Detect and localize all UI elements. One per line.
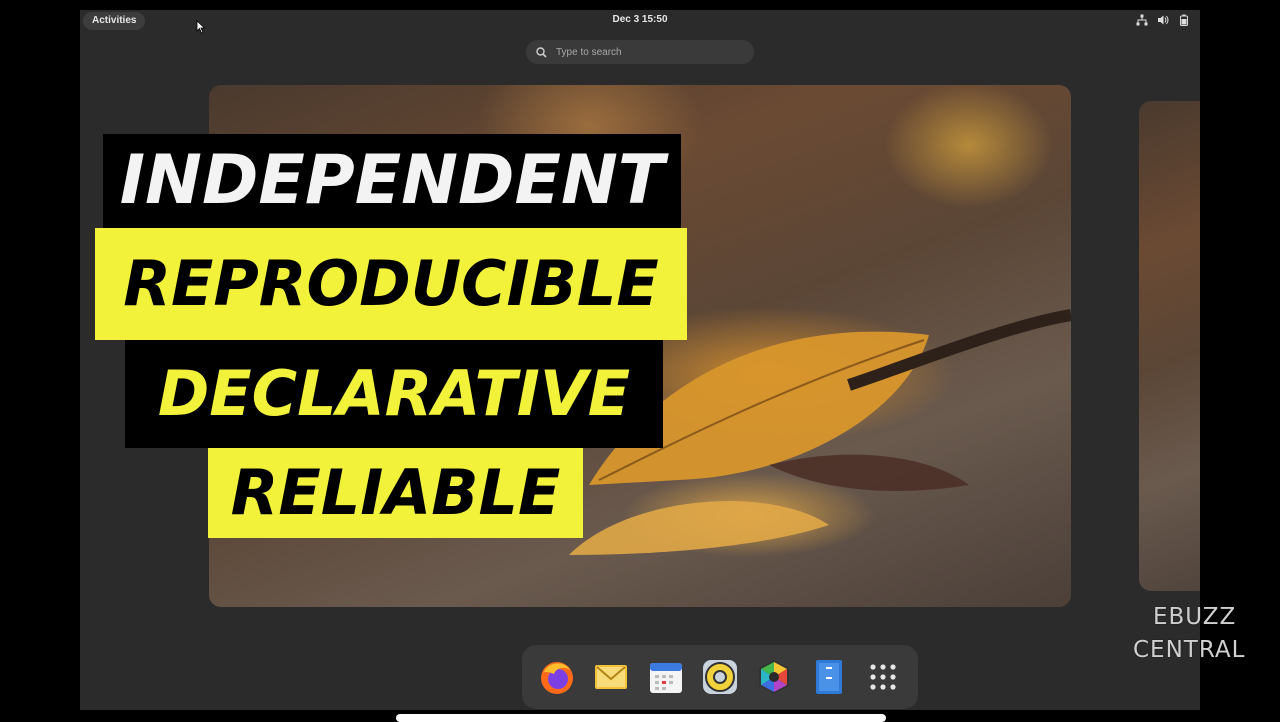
system-tray[interactable] [1136,14,1190,26]
show-apps-button[interactable] [863,657,903,697]
overlay-text-declarative: DECLARATIVE [125,340,663,448]
bottom-bar-indicator [396,714,886,722]
workspace-thumbnail-next[interactable] [1139,101,1200,591]
photos-icon [759,660,790,694]
firefox-launcher[interactable] [537,657,577,697]
calendar-icon [649,663,682,693]
overlay-text-reproducible: REPRODUCIBLE [95,228,687,340]
calendar-launcher[interactable] [646,657,686,697]
overlay-text-independent: INDEPENDENT [103,134,681,228]
network-icon[interactable] [1136,14,1148,26]
volume-icon[interactable] [1157,14,1169,26]
mouse-cursor-icon [196,20,206,34]
firefox-icon [541,662,574,694]
search-icon [536,46,547,58]
rhythmbox-launcher[interactable] [700,657,740,697]
show-apps-icon [870,664,896,690]
watermark-line1: EBUZZ [1153,604,1237,630]
rhythmbox-icon [702,660,737,694]
battery-icon[interactable] [1178,14,1190,26]
files-icon [815,660,842,694]
search-bar[interactable] [526,40,754,64]
top-bar: Activities Dec 3 15:50 [80,10,1200,32]
overlay-text-reliable: RELIABLE [208,448,583,538]
mail-launcher[interactable] [591,657,631,697]
files-launcher[interactable] [809,657,849,697]
dock [522,645,918,709]
mail-icon [595,665,628,689]
watermark-line2: CENTRAL [1133,637,1246,663]
clock[interactable]: Dec 3 15:50 [80,14,1200,25]
photos-launcher[interactable] [754,657,794,697]
search-input[interactable] [554,45,738,59]
